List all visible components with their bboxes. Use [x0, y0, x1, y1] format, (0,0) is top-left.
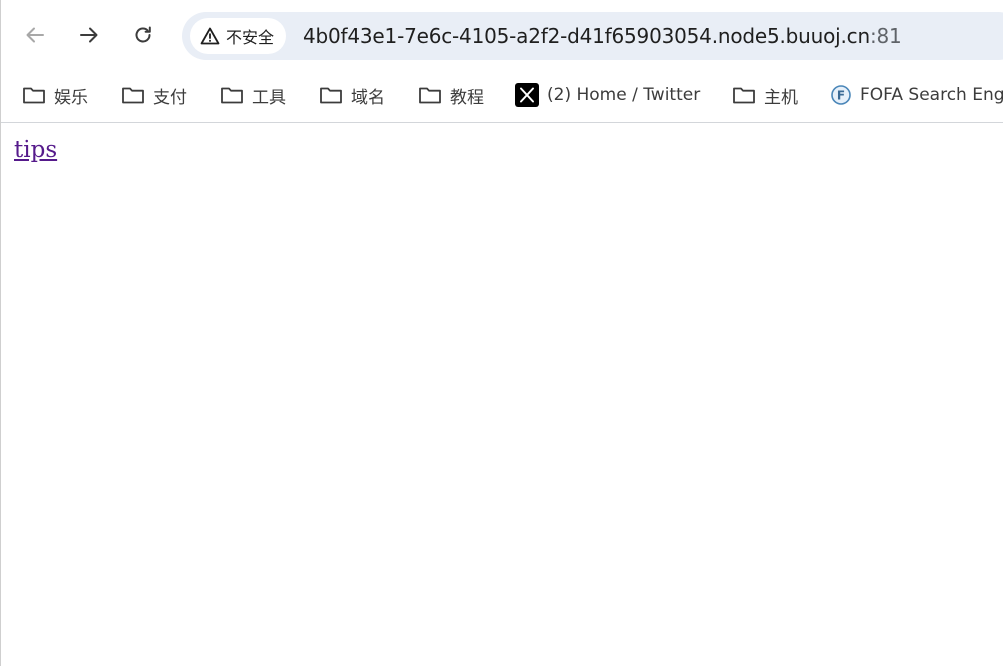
folder-icon — [732, 85, 756, 105]
back-arrow-icon — [26, 27, 44, 43]
security-indicator[interactable]: 不安全 — [190, 18, 287, 54]
bookmark-twitter[interactable]: (2) Home / Twitter — [515, 79, 700, 111]
folder-icon — [418, 85, 442, 105]
security-label: 不安全 — [226, 28, 275, 47]
bookmark-fofa[interactable]: F FOFA Search Eng — [830, 79, 1003, 111]
url-text[interactable]: 4b0f43e1-7e6c-4105-a2f2-d41f65903054.nod… — [303, 12, 902, 60]
window-edge — [0, 0, 1, 666]
tips-link[interactable]: tips — [14, 137, 57, 163]
bookmark-folder-tools[interactable]: 工具 — [220, 79, 286, 111]
bookmark-label: 娱乐 — [54, 87, 88, 108]
browser-toolbar: 不安全 4b0f43e1-7e6c-4105-a2f2-d41f65903054… — [0, 0, 1003, 70]
folder-icon — [22, 85, 46, 105]
fofa-logo-icon: F — [830, 84, 852, 106]
bookmark-folder-hosts[interactable]: 主机 — [732, 79, 798, 111]
bookmark-folder-payment[interactable]: 支付 — [121, 79, 187, 111]
reload-icon — [135, 26, 151, 43]
bookmark-label: 域名 — [351, 87, 385, 108]
bookmarks-bar: 娱乐 支付 工具 域名 教程 (2) Home / Twitter 主机 F F… — [0, 70, 1003, 123]
folder-icon — [220, 85, 244, 105]
address-bar[interactable]: 不安全 4b0f43e1-7e6c-4105-a2f2-d41f65903054… — [182, 12, 1003, 60]
forward-arrow-icon — [80, 27, 98, 43]
folder-icon — [319, 85, 343, 105]
folder-icon — [121, 85, 145, 105]
back-button[interactable] — [16, 16, 54, 54]
url-port: :81 — [869, 24, 902, 48]
bookmark-label: 工具 — [252, 87, 286, 108]
bookmark-label: 支付 — [153, 87, 187, 108]
bookmark-folder-tutorials[interactable]: 教程 — [418, 79, 484, 111]
bookmark-label: FOFA Search Eng — [860, 85, 1003, 105]
bookmark-label: 教程 — [450, 87, 484, 108]
browser-window: 不安全 4b0f43e1-7e6c-4105-a2f2-d41f65903054… — [0, 0, 1003, 666]
page-content: tips — [0, 123, 1003, 666]
bookmark-label: 主机 — [764, 87, 798, 108]
svg-text:F: F — [837, 89, 845, 103]
reload-button[interactable] — [124, 16, 162, 54]
x-logo-icon — [515, 83, 539, 107]
bookmark-label: (2) Home / Twitter — [547, 85, 701, 105]
forward-button[interactable] — [70, 16, 108, 54]
url-host: 4b0f43e1-7e6c-4105-a2f2-d41f65903054.nod… — [303, 24, 870, 48]
warning-triangle-icon — [200, 27, 220, 45]
bookmark-folder-domains[interactable]: 域名 — [319, 79, 385, 111]
bookmark-folder-entertainment[interactable]: 娱乐 — [22, 79, 88, 111]
